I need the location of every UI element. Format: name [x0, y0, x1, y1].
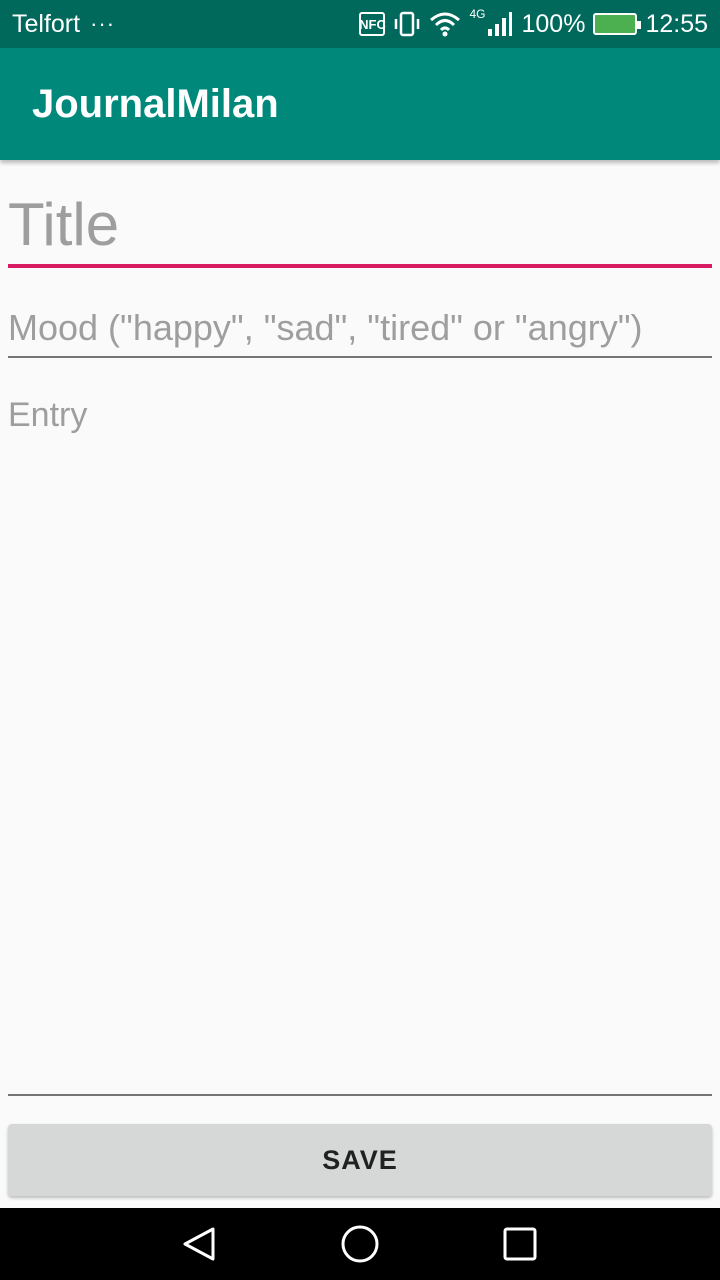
save-button[interactable]: SAVE: [8, 1124, 712, 1196]
navigation-bar: [0, 1208, 720, 1280]
title-input[interactable]: [8, 184, 712, 268]
battery-icon: [593, 13, 642, 35]
battery-percent: 100%: [521, 9, 586, 38]
back-icon[interactable]: [180, 1224, 220, 1264]
clock: 12:55: [645, 9, 708, 38]
wifi-icon: [429, 11, 461, 37]
app-bar: JournalMilan: [0, 48, 720, 160]
network-type-label: 4G: [469, 7, 486, 21]
recents-icon[interactable]: [500, 1224, 540, 1264]
signal-icon: [487, 11, 513, 37]
status-bar: Telfort ··· NFC 4G 100% 12:55: [0, 0, 720, 48]
home-icon[interactable]: [340, 1224, 380, 1264]
more-notifications-icon: ···: [90, 11, 116, 36]
entry-textarea[interactable]: [8, 396, 712, 1096]
vibrate-icon: [393, 11, 421, 37]
mood-input[interactable]: [8, 300, 712, 358]
app-title: JournalMilan: [32, 81, 279, 126]
carrier-label: Telfort: [12, 9, 81, 38]
nfc-icon: NFC: [359, 12, 386, 36]
